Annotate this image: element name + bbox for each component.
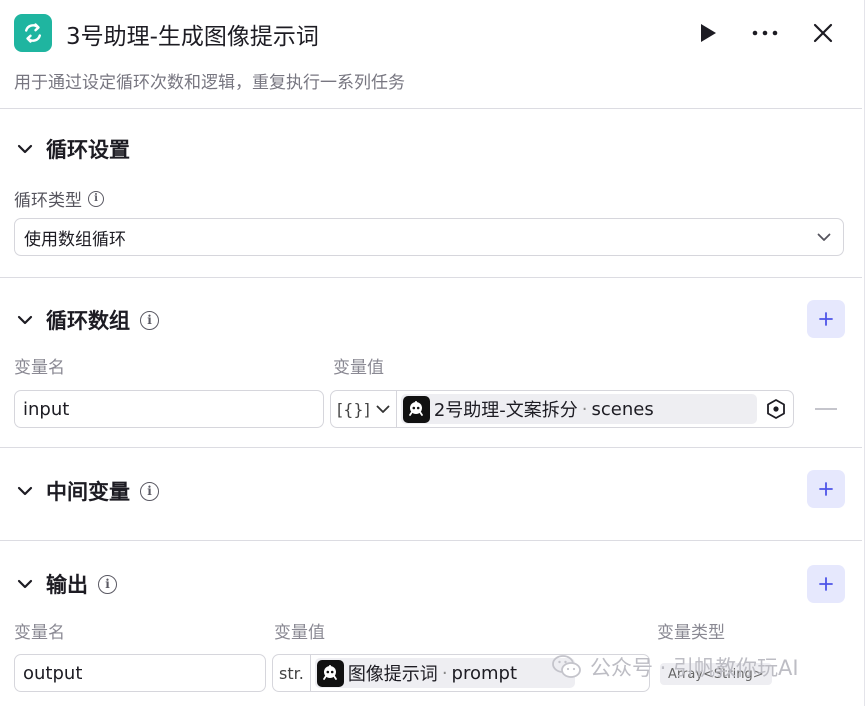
loop-array-name-input[interactable]: input: [14, 390, 324, 428]
reference-field: scenes: [591, 398, 654, 420]
divider: [0, 108, 862, 109]
section-title: 循环数组: [46, 309, 130, 333]
plus-icon: [819, 577, 833, 591]
type-selector[interactable]: [{}]: [331, 391, 397, 427]
input-value: input: [23, 398, 70, 420]
variable-reference-chip[interactable]: 2号助理-文案拆分 · scenes: [400, 394, 757, 424]
type-selector[interactable]: str.: [273, 655, 311, 691]
loop-type-value: 使用数组循环: [24, 229, 126, 250]
reference-source: 2号助理-文案拆分: [433, 400, 578, 421]
loop-type-select[interactable]: 使用数组循环: [14, 218, 844, 256]
section-title: 中间变量: [46, 480, 130, 504]
chevron-down-icon: [14, 480, 36, 502]
section-loop-settings[interactable]: 循环设置: [14, 134, 130, 164]
divider: [0, 540, 862, 541]
plus-icon: [819, 312, 833, 326]
reference-field: prompt: [451, 662, 518, 684]
chevron-down-icon: [817, 233, 831, 241]
info-icon[interactable]: i: [140, 481, 159, 501]
bot-avatar-icon: [316, 659, 344, 687]
input-value: output: [23, 662, 83, 684]
variable-reference-chip[interactable]: 图像提示词 · prompt: [314, 658, 575, 688]
column-header-name: 变量名: [14, 358, 65, 378]
more-icon: [752, 30, 778, 36]
section-output[interactable]: 输出 i: [14, 569, 117, 599]
plus-icon: [819, 482, 833, 496]
add-output-button[interactable]: [807, 565, 845, 603]
more-button[interactable]: [750, 18, 780, 48]
panel-header: 3号助理-生成图像提示词: [0, 0, 862, 66]
loop-type-label-text: 循环类型: [14, 191, 82, 211]
divider: [0, 447, 862, 448]
section-intermediate-variables[interactable]: 中间变量 i: [14, 476, 159, 506]
close-icon: [813, 23, 833, 43]
divider: [0, 277, 862, 278]
watermark-text: 公众号 · 引帆教你玩AI: [590, 656, 799, 680]
reference-source: 图像提示词: [347, 664, 438, 685]
column-header-value: 变量值: [333, 358, 384, 378]
array-object-type-icon: [{}]: [337, 399, 370, 419]
string-type-icon: str.: [279, 663, 304, 683]
add-intermediate-variable-button[interactable]: [807, 470, 845, 508]
node-description: 用于通过设定循环次数和逻辑，重复执行一系列任务: [14, 73, 405, 93]
loop-type-label: 循环类型 i: [14, 186, 104, 211]
close-button[interactable]: [808, 18, 838, 48]
bot-avatar-icon: [402, 395, 430, 423]
chevron-down-icon: [14, 573, 36, 595]
loop-node-panel: 3号助理-生成图像提示词 用于通过设定循环次数和逻辑，重复执行一系列任务 循环设…: [0, 0, 865, 706]
remove-row-button[interactable]: [815, 408, 837, 410]
section-title: 循环设置: [46, 138, 130, 162]
column-header-type: 变量类型: [657, 623, 725, 643]
run-button[interactable]: [693, 18, 723, 48]
wechat-icon: [552, 655, 581, 678]
reference-separator: ·: [581, 398, 588, 420]
column-header-value: 变量值: [274, 623, 325, 643]
variable-settings-icon[interactable]: [765, 398, 787, 420]
watermark: 公众号 · 引帆教你玩AI: [552, 652, 799, 682]
info-icon[interactable]: i: [140, 310, 159, 330]
loop-array-value-field[interactable]: [{}] 2号助理-文案拆分 · scenes: [330, 390, 794, 428]
section-loop-array[interactable]: 循环数组 i: [14, 305, 159, 335]
add-loop-array-button[interactable]: [807, 300, 845, 338]
section-title: 输出: [46, 573, 88, 597]
info-icon[interactable]: i: [98, 574, 117, 594]
column-header-name: 变量名: [14, 623, 65, 643]
page-title: 3号助理-生成图像提示词: [66, 24, 319, 50]
loop-icon: [14, 14, 52, 52]
info-icon[interactable]: i: [88, 190, 104, 207]
play-icon: [701, 24, 716, 42]
reference-separator: ·: [441, 662, 448, 684]
output-name-input[interactable]: output: [14, 654, 266, 692]
chevron-down-icon: [14, 309, 36, 331]
chevron-down-icon: [14, 138, 36, 160]
chevron-down-icon: [376, 405, 390, 413]
